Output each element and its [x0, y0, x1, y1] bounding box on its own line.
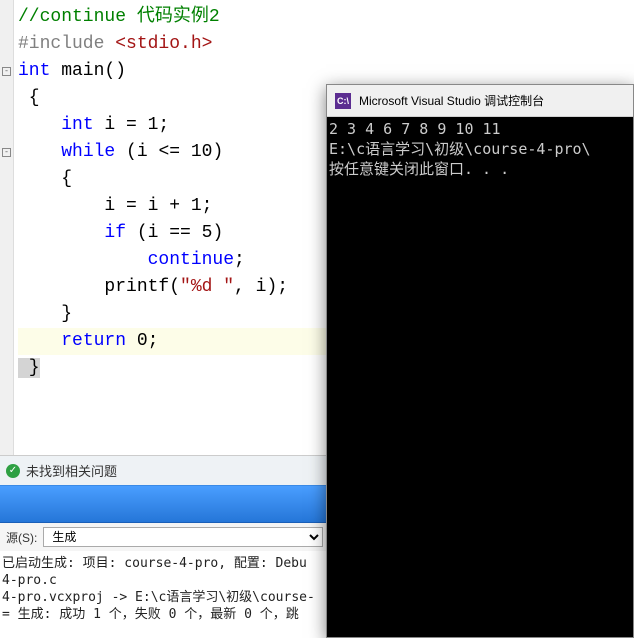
- editor-gutter: --: [0, 0, 14, 455]
- gutter-line: -: [0, 139, 13, 166]
- gutter-line: [0, 193, 13, 220]
- console-titlebar[interactable]: C:\ Microsoft Visual Studio 调试控制台: [327, 85, 633, 117]
- console-title: Microsoft Visual Studio 调试控制台: [359, 92, 544, 109]
- vs-icon: C:\: [335, 93, 351, 109]
- code-line[interactable]: //continue 代码实例2: [18, 4, 632, 31]
- gutter-line: [0, 4, 13, 31]
- output-source-label: 源(S):: [6, 529, 37, 546]
- check-icon: ✓: [6, 464, 20, 478]
- code-line[interactable]: int main(): [18, 58, 632, 85]
- gutter-line: [0, 220, 13, 247]
- debug-console-window[interactable]: C:\ Microsoft Visual Studio 调试控制台 2 3 4 …: [326, 84, 634, 638]
- gutter-line: [0, 31, 13, 58]
- gutter-line: [0, 166, 13, 193]
- gutter-line: [0, 85, 13, 112]
- gutter-line: [0, 274, 13, 301]
- gutter-line: -: [0, 58, 13, 85]
- issues-label: 未找到相关问题: [26, 461, 117, 480]
- fold-toggle-icon[interactable]: -: [2, 148, 11, 157]
- console-output[interactable]: 2 3 4 6 7 8 9 10 11 E:\c语言学习\初级\course-4…: [327, 117, 633, 637]
- gutter-line: [0, 301, 13, 328]
- code-line[interactable]: #include <stdio.h>: [18, 31, 632, 58]
- output-source-select[interactable]: 生成: [43, 527, 323, 547]
- gutter-line: [0, 112, 13, 139]
- fold-toggle-icon[interactable]: -: [2, 67, 11, 76]
- gutter-line: [0, 247, 13, 274]
- gutter-line: [0, 355, 13, 382]
- gutter-line: [0, 328, 13, 355]
